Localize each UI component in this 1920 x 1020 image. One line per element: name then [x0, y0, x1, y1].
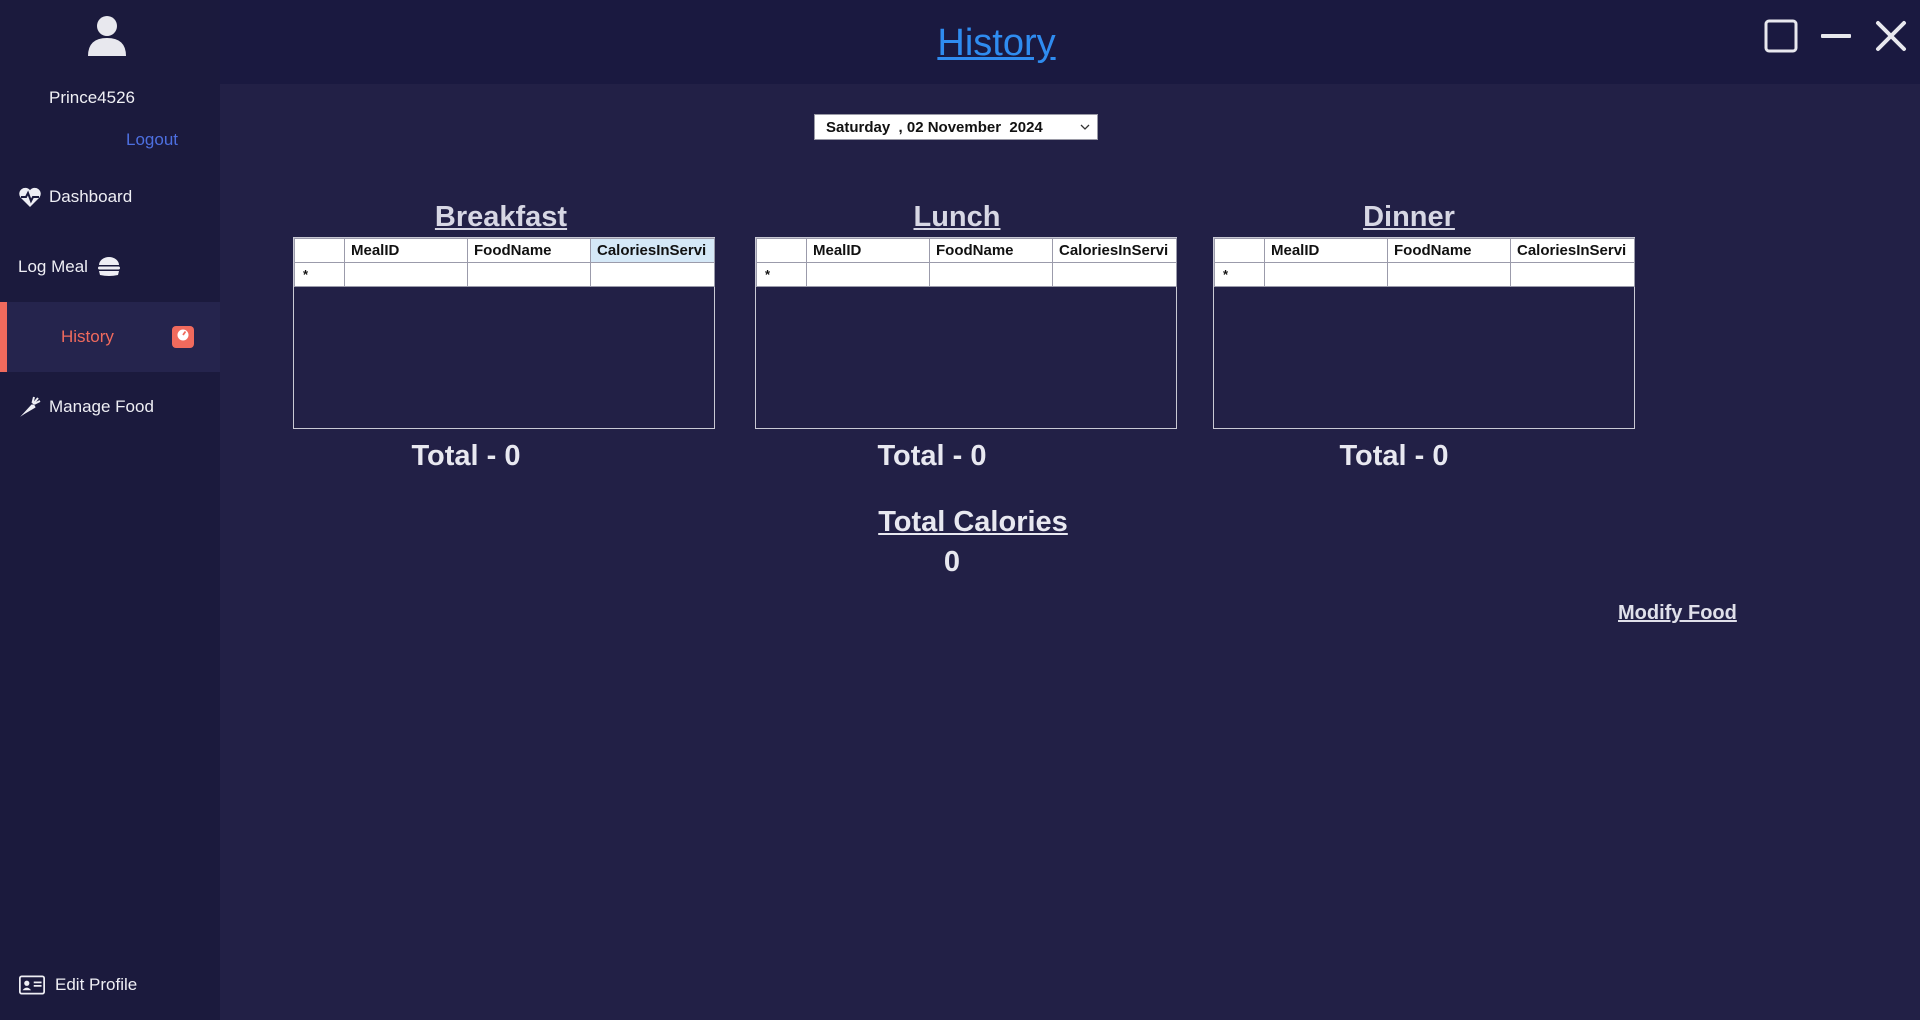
column-header[interactable]: CaloriesInServi — [590, 238, 715, 263]
heart-pulse-icon — [17, 184, 43, 210]
sidebar-item-log-meal[interactable]: Log Meal — [0, 232, 220, 302]
total-calories-value: 0 — [943, 546, 961, 578]
sidebar-item-manage-food[interactable]: Manage Food — [0, 372, 220, 442]
column-header[interactable]: FoodName — [929, 238, 1053, 263]
burger-icon — [96, 254, 122, 280]
table-row[interactable]: * — [294, 262, 715, 287]
sidebar-item-label: Edit Profile — [55, 975, 138, 994]
sidebar: Prince4526 Logout Dashboard Log Meal His… — [0, 0, 220, 1020]
breakfast-title: Breakfast — [434, 201, 568, 233]
column-header[interactable]: MealID — [344, 238, 468, 263]
new-row-marker: * — [1214, 262, 1265, 287]
sidebar-item-edit-profile[interactable]: Edit Profile — [0, 950, 220, 1020]
breakfast-total: Total - 0 — [411, 440, 521, 472]
table-cell[interactable] — [1052, 262, 1177, 287]
chevron-down-icon — [1080, 124, 1090, 130]
page-title[interactable]: History — [220, 22, 1920, 65]
column-header — [756, 238, 807, 263]
maximize-button[interactable] — [1761, 16, 1801, 56]
table-cell[interactable] — [1510, 262, 1635, 287]
table-cell[interactable] — [929, 262, 1053, 287]
column-header[interactable]: CaloriesInServi — [1510, 238, 1635, 263]
table-cell[interactable] — [1387, 262, 1511, 287]
column-header[interactable]: MealID — [1264, 238, 1388, 263]
new-row-marker: * — [756, 262, 807, 287]
table-cell[interactable] — [344, 262, 468, 287]
table-header-row: MealID FoodName CaloriesInServi — [1214, 238, 1635, 263]
minimize-icon — [1821, 34, 1851, 38]
table-cell[interactable] — [467, 262, 591, 287]
column-header[interactable]: FoodName — [467, 238, 591, 263]
sidebar-item-history[interactable]: History — [0, 302, 220, 372]
date-picker-value: Saturday , 02 November 2024 — [826, 118, 1043, 136]
column-header[interactable]: FoodName — [1387, 238, 1511, 263]
dinner-title: Dinner — [1363, 201, 1455, 233]
column-header[interactable]: CaloriesInServi — [1052, 238, 1177, 263]
breakfast-grid[interactable]: MealID FoodName CaloriesInServi * — [293, 237, 715, 429]
table-cell[interactable] — [590, 262, 715, 287]
new-row-marker: * — [294, 262, 345, 287]
date-picker[interactable]: Saturday , 02 November 2024 — [814, 114, 1098, 140]
modify-food-link[interactable]: Modify Food — [1618, 602, 1737, 625]
dinner-total: Total - 0 — [1339, 440, 1449, 472]
table-row[interactable]: * — [1214, 262, 1635, 287]
header: History — [220, 0, 1920, 84]
close-icon — [1876, 21, 1906, 51]
table-cell[interactable] — [1264, 262, 1388, 287]
column-header — [1214, 238, 1265, 263]
lunch-total: Total - 0 — [877, 440, 987, 472]
column-header[interactable]: MealID — [806, 238, 930, 263]
total-calories-label: Total Calories — [878, 506, 1068, 538]
dinner-grid[interactable]: MealID FoodName CaloriesInServi * — [1213, 237, 1635, 429]
table-row[interactable]: * — [756, 262, 1177, 287]
username: Prince4526 — [48, 88, 135, 107]
table-header-row: MealID FoodName CaloriesInServi — [756, 238, 1177, 263]
logout-link[interactable]: Logout — [126, 130, 178, 150]
id-card-icon — [19, 972, 45, 998]
scale-icon — [170, 324, 196, 350]
maximize-icon — [1764, 19, 1798, 53]
table-cell[interactable] — [806, 262, 930, 287]
sidebar-item-label: History — [61, 327, 114, 346]
sidebar-item-label: Manage Food — [49, 397, 154, 416]
carrot-icon — [17, 394, 43, 420]
lunch-title: Lunch — [913, 201, 1001, 233]
close-button[interactable] — [1871, 16, 1911, 56]
table-header-row: MealID FoodName CaloriesInServi — [294, 238, 715, 263]
column-header — [294, 238, 345, 263]
sidebar-item-dashboard[interactable]: Dashboard — [0, 162, 220, 232]
sidebar-item-label: Log Meal — [18, 257, 88, 276]
minimize-button[interactable] — [1816, 16, 1856, 56]
lunch-grid[interactable]: MealID FoodName CaloriesInServi * — [755, 237, 1177, 429]
user-avatar-icon — [88, 16, 126, 56]
sidebar-item-label: Dashboard — [49, 187, 133, 206]
